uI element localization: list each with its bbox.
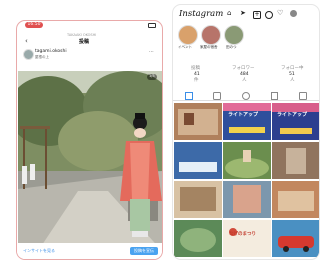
brand-logo: Instagram: [179, 9, 224, 19]
explore-icon[interactable]: [265, 11, 273, 19]
grid-post-thumbnail[interactable]: [174, 142, 222, 179]
grid-post-thumbnail[interactable]: [223, 220, 271, 257]
highlight-label: 田のつ: [226, 45, 237, 49]
saved-tab-icon[interactable]: [271, 92, 278, 100]
activity-heart-icon[interactable]: ♡: [277, 10, 283, 17]
grid-caption: ライトアップ: [228, 112, 259, 118]
grid-post-thumbnail[interactable]: [223, 103, 271, 140]
post-photo: [18, 71, 162, 251]
grid-tab-icon[interactable]: [185, 92, 193, 100]
profile-screen: Instagram ⌂ ➤ + ♡ イベント 家屋の宿舎 田のつ 投稿 41 件…: [172, 4, 320, 260]
home-icon[interactable]: ⌂: [227, 10, 231, 17]
new-post-icon[interactable]: +: [253, 11, 261, 19]
stat-label-following[interactable]: フォロー中: [281, 66, 304, 72]
grid-post-thumbnail[interactable]: [174, 220, 222, 257]
reels-tab-icon[interactable]: [213, 92, 221, 100]
highlight-circle[interactable]: [224, 25, 244, 45]
more-options-icon[interactable]: ⋯: [149, 50, 154, 55]
stat-unit-followers: 人: [242, 78, 247, 83]
account-name[interactable]: tagami.okoshi: [35, 49, 67, 55]
grid-post-thumbnail[interactable]: [223, 181, 271, 218]
post-detail-screen: 16:50 ‹ TAKAAKI OKOSHI 投稿 tagami.okoshi …: [16, 20, 163, 260]
status-time: 16:50: [25, 22, 43, 28]
tagged-tab-icon[interactable]: [299, 92, 307, 100]
stat-label-posts: 投稿: [191, 66, 200, 71]
stat-label-followers[interactable]: フォロワー: [232, 66, 255, 72]
grid-caption: ライトアップ: [277, 112, 308, 118]
stat-value-posts: 41: [194, 72, 200, 77]
highlight-label: イベント: [178, 45, 192, 49]
header-username: TAKAAKI OKOSHI: [67, 33, 97, 37]
grid-post-thumbnail[interactable]: [272, 103, 319, 140]
profile-avatar-small[interactable]: [290, 10, 297, 17]
stat-value-following[interactable]: 51: [289, 72, 295, 78]
avatar[interactable]: [23, 49, 34, 60]
send-icon[interactable]: ➤: [240, 10, 246, 17]
grid-post-thumbnail[interactable]: [272, 142, 319, 179]
battery-icon: [148, 23, 156, 28]
location-label[interactable]: 屋根の上: [35, 55, 49, 60]
grid-post-thumbnail[interactable]: [223, 142, 271, 179]
promote-button[interactable]: 投稿を宣伝: [130, 247, 158, 255]
insights-link[interactable]: インサイトを見る: [23, 249, 55, 253]
tab-divider: [173, 100, 319, 101]
stat-unit-following: 人: [290, 78, 295, 83]
highlight-circle[interactable]: [201, 25, 221, 45]
grid-post-thumbnail[interactable]: [174, 181, 222, 218]
back-arrow-icon[interactable]: ‹: [25, 38, 28, 45]
stat-value-followers[interactable]: 484: [240, 72, 249, 78]
video-tab-icon[interactable]: [242, 92, 250, 100]
highlight-label: 家屋の宿舎: [200, 45, 218, 49]
grid-post-thumbnail[interactable]: [272, 220, 319, 257]
grid-post-thumbnail[interactable]: [174, 103, 222, 140]
highlight-circle[interactable]: [178, 25, 198, 45]
grid-caption: なげのまつり: [229, 232, 256, 237]
grid-post-thumbnail[interactable]: [272, 181, 319, 218]
photo-counter: 1/3: [147, 74, 157, 80]
page-title: 投稿: [79, 39, 90, 45]
stat-unit-posts: 件: [194, 78, 199, 83]
